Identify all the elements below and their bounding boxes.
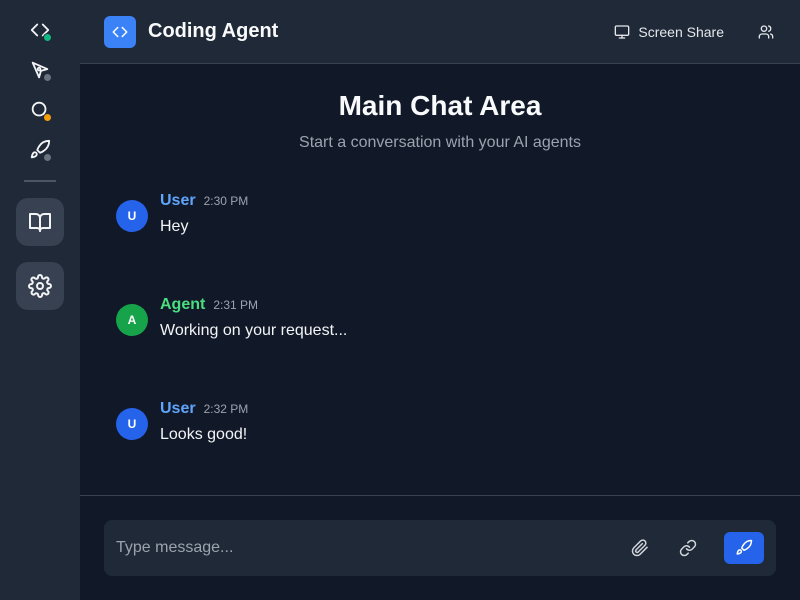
paperclip-icon — [631, 539, 648, 557]
users-icon — [758, 24, 774, 39]
attach-button[interactable] — [628, 536, 652, 560]
message-text: Looks good! — [160, 426, 248, 443]
message-author: User — [160, 192, 196, 209]
message: A Agent 2:31 PM Working on your request.… — [116, 296, 764, 340]
avatar: U — [116, 408, 148, 440]
message: U User 2:30 PM Hey — [116, 192, 764, 236]
app-title: Coding Agent — [148, 20, 279, 42]
users-button[interactable] — [756, 22, 776, 42]
link-button[interactable] — [676, 536, 700, 560]
composer-area — [80, 495, 800, 600]
sidebar-divider — [24, 180, 56, 182]
message-text: Working on your request... — [160, 322, 348, 339]
message-text: Hey — [160, 218, 189, 235]
avatar: U — [116, 200, 148, 232]
main-panel: Coding Agent Screen Share Main Chat Area… — [80, 0, 800, 600]
status-dot-online — [43, 33, 52, 42]
send-button[interactable] — [724, 532, 764, 564]
monitor-icon — [615, 24, 630, 39]
chat-heading: Main Chat Area — [338, 90, 542, 121]
docs-button[interactable] — [16, 198, 64, 246]
link-icon — [679, 539, 697, 557]
app-root: Coding Agent Screen Share Main Chat Area… — [0, 0, 800, 600]
agent-deploy-button[interactable] — [26, 136, 54, 164]
status-dot-offline — [43, 73, 52, 82]
status-dot-busy — [43, 113, 52, 122]
screen-share-label: Screen Share — [638, 23, 724, 40]
message-input[interactable] — [116, 539, 604, 557]
status-dot-offline — [43, 153, 52, 162]
rocket-icon — [736, 539, 753, 555]
message-author: User — [160, 400, 196, 417]
avatar: A — [116, 304, 148, 336]
gear-icon — [28, 274, 52, 298]
sidebar — [0, 0, 80, 600]
top-bar: Coding Agent Screen Share — [80, 0, 800, 64]
message: U User 2:32 PM Looks good! — [116, 400, 764, 444]
composer — [104, 520, 776, 576]
screen-share-button[interactable]: Screen Share — [614, 24, 724, 40]
chat-subheading: Start a conversation with your AI agents — [299, 134, 581, 151]
message-author: Agent — [160, 296, 206, 313]
agent-design-button[interactable] — [26, 56, 54, 84]
message-list: U User 2:30 PM Hey A Agent 2:31 PM Worki… — [80, 152, 800, 444]
message-time: 2:32 PM — [203, 402, 249, 416]
message-time: 2:30 PM — [203, 194, 249, 208]
agent-code-button[interactable] — [26, 16, 54, 44]
app-logo — [104, 15, 136, 48]
chat-area: Main Chat Area Start a conversation with… — [80, 64, 800, 495]
message-time: 2:31 PM — [213, 298, 259, 312]
agent-search-button[interactable] — [26, 96, 54, 124]
book-icon — [29, 213, 51, 232]
code-brackets-icon — [112, 26, 128, 37]
settings-button[interactable] — [16, 262, 64, 310]
